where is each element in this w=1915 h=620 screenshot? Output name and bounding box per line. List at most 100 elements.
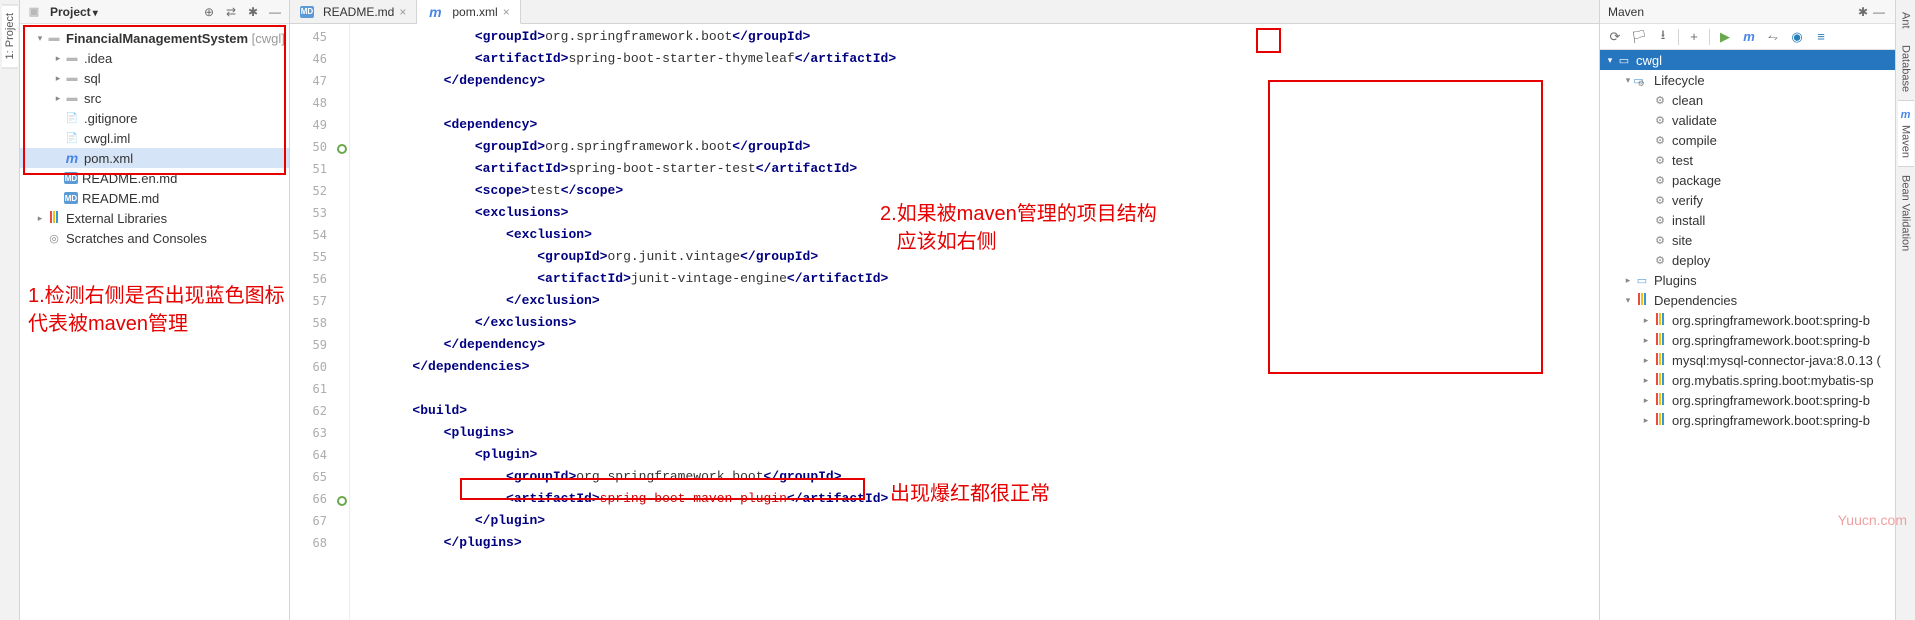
gutter-line: 51 — [290, 158, 349, 180]
goal-icon: ⚙ — [1652, 112, 1668, 128]
maven-root[interactable]: ▾▭cwgl — [1600, 50, 1895, 70]
project-dropdown[interactable]: Project — [50, 5, 98, 19]
maven-tree-row[interactable]: ▸org.mybatis.spring.boot:mybatis-sp — [1600, 370, 1895, 390]
tree-arrow-icon[interactable]: ▾ — [1622, 75, 1634, 86]
maven-tree-row[interactable]: ▸org.springframework.boot:spring-b — [1600, 310, 1895, 330]
tree-row[interactable]: ▸▬.idea — [20, 48, 289, 68]
maven-m-icon[interactable]: m — [1738, 26, 1760, 48]
show-deps-icon[interactable]: ≡ — [1810, 26, 1832, 48]
gutter-line: 63 — [290, 422, 349, 444]
code-line: <artifactId>spring-boot-maven-plugin</ar… — [350, 488, 1599, 510]
lifecycle-folder-icon: ▭⚙ — [1634, 72, 1650, 88]
tree-arrow-icon[interactable]: ▸ — [52, 73, 64, 84]
editor-tab[interactable]: mpom.xml× — [417, 0, 520, 24]
maven-tree-row[interactable]: ▸org.springframework.boot:spring-b — [1600, 330, 1895, 350]
maven-tree-row[interactable]: ⚙verify — [1600, 190, 1895, 210]
tree-arrow-icon[interactable]: ▸ — [52, 53, 64, 64]
run-icon[interactable]: ▶ — [1714, 26, 1736, 48]
close-icon[interactable]: × — [503, 5, 510, 19]
tree-arrow-icon[interactable]: ▸ — [1640, 395, 1652, 406]
tree-arrow-icon[interactable]: ▸ — [1640, 315, 1652, 326]
reload-icon[interactable]: ⟳ — [1604, 26, 1626, 48]
tree-row[interactable]: ▸External Libraries — [20, 208, 289, 228]
maven-tree-row[interactable]: ⚙install — [1600, 210, 1895, 230]
bean-icon[interactable] — [333, 139, 347, 153]
hide-icon[interactable]: — — [267, 4, 283, 20]
maven-tree-row[interactable]: ▸org.springframework.boot:spring-b — [1600, 390, 1895, 410]
tree-row[interactable]: ▸▬src — [20, 88, 289, 108]
tree-arrow-icon[interactable]: ▸ — [1640, 335, 1652, 346]
gutter-line: 54 — [290, 224, 349, 246]
goal-icon: ⚙ — [1652, 172, 1668, 188]
editor-tab[interactable]: MDREADME.md× — [290, 0, 417, 23]
maven-tree-row[interactable]: ⚙test — [1600, 150, 1895, 170]
project-tree[interactable]: ▾▬FinancialManagementSystem [cwgl]▸▬.ide… — [20, 24, 289, 252]
code-line: <groupId>org.springframework.boot</group… — [350, 466, 1599, 488]
skip-tests-icon[interactable]: ⥊ — [1762, 26, 1784, 48]
tree-arrow-icon[interactable]: ▾ — [34, 33, 46, 44]
maven-tree-row[interactable]: ▾▭⚙Lifecycle — [1600, 70, 1895, 90]
right-rail-tab[interactable]: Database — [1898, 37, 1914, 100]
file-icon: 📄 — [64, 110, 80, 126]
maven-tree-row[interactable]: ⚙deploy — [1600, 250, 1895, 270]
code-line: <artifactId>junit-vintage-engine</artifa… — [350, 268, 1599, 290]
project-panel-title: ▣ Project — [26, 4, 98, 20]
maven-tree-row[interactable]: ▸▭Plugins — [1600, 270, 1895, 290]
maven-tree[interactable]: ▾▭cwgl▾▭⚙Lifecycle ⚙ clean ⚙validate⚙compil… — [1600, 50, 1895, 620]
tree-arrow-icon[interactable]: ▸ — [52, 93, 64, 104]
maven-tree-row[interactable]: ⚙ clean — [1600, 90, 1895, 110]
code-view[interactable]: <groupId>org.springframework.boot</group… — [350, 24, 1599, 620]
maven-tree-row[interactable]: ⚙package — [1600, 170, 1895, 190]
maven-hide-icon[interactable]: — — [1871, 4, 1887, 20]
add-icon[interactable]: + — [1683, 26, 1705, 48]
goal-icon: ⚙ — [1652, 232, 1668, 248]
bean-icon[interactable] — [333, 491, 347, 505]
project-panel-header: ▣ Project ⊕ ⇄ ✱ — — [20, 0, 289, 24]
tree-row[interactable]: 📄.gitignore — [20, 108, 289, 128]
code-line: </dependency> — [350, 334, 1599, 356]
tree-row[interactable]: MDREADME.md — [20, 188, 289, 208]
maven-tree-row[interactable]: ⚙validate — [1600, 110, 1895, 130]
code-line: <exclusion> — [350, 224, 1599, 246]
tree-row[interactable]: ▾▬FinancialManagementSystem [cwgl] — [20, 28, 289, 48]
locate-icon[interactable]: ⊕ — [201, 4, 217, 20]
gutter-line: 59 — [290, 334, 349, 356]
maven-tree-row[interactable]: ▸mysql:mysql-connector-java:8.0.13 ( — [1600, 350, 1895, 370]
project-panel: ▣ Project ⊕ ⇄ ✱ — ▾▬FinancialManagementS… — [20, 0, 290, 620]
maven-settings-icon[interactable]: ✱ — [1855, 4, 1871, 20]
maven-tree-row[interactable]: ▸org.springframework.boot:spring-b — [1600, 410, 1895, 430]
tree-arrow-icon[interactable]: ▸ — [1640, 355, 1652, 366]
tree-arrow-icon[interactable]: ▾ — [1622, 295, 1634, 306]
code-line: </exclusions> — [350, 312, 1599, 334]
tree-row[interactable]: mpom.xml — [20, 148, 289, 168]
tree-row[interactable]: ◎Scratches and Consoles — [20, 228, 289, 248]
tree-arrow-icon[interactable]: ▸ — [34, 213, 46, 224]
goal-icon: ⚙ — [1652, 92, 1668, 108]
folder-icon: ▬ — [46, 30, 62, 46]
expand-icon[interactable]: ⇄ — [223, 4, 239, 20]
maven-tree-row[interactable]: ⚙site — [1600, 230, 1895, 250]
right-rail-tab[interactable]: Bean Validation — [1898, 167, 1914, 259]
right-rail-tab[interactable]: mMaven — [1898, 100, 1914, 167]
maven-tree-label: Dependencies — [1654, 293, 1737, 308]
maven-tree-row[interactable]: ▾ Dependencies — [1600, 290, 1895, 310]
generate-icon[interactable]: 🏳 — [1628, 26, 1650, 48]
settings-icon[interactable]: ✱ — [245, 4, 261, 20]
gutter-line: 46 — [290, 48, 349, 70]
maven-tree-row[interactable]: ⚙compile — [1600, 130, 1895, 150]
download-icon[interactable]: ⭳ — [1652, 26, 1674, 48]
tree-row[interactable]: MDREADME.en.md — [20, 168, 289, 188]
close-icon[interactable]: × — [399, 5, 406, 19]
offline-icon[interactable]: ◉ — [1786, 26, 1808, 48]
tree-arrow-icon[interactable]: ▸ — [1640, 375, 1652, 386]
gutter-line: 64 — [290, 444, 349, 466]
tree-arrow-icon[interactable]: ▸ — [1622, 275, 1634, 286]
maven-tree-label: clean — [1672, 93, 1703, 108]
tree-row[interactable]: ▸▬sql — [20, 68, 289, 88]
tree-row[interactable]: 📄cwgl.iml — [20, 128, 289, 148]
right-rail-tab[interactable]: Ant — [1898, 4, 1914, 37]
code-line — [350, 378, 1599, 400]
code-line: <build> — [350, 400, 1599, 422]
tree-arrow-icon[interactable]: ▸ — [1640, 415, 1652, 426]
project-rail-tab[interactable]: 1: Project — [2, 4, 18, 68]
